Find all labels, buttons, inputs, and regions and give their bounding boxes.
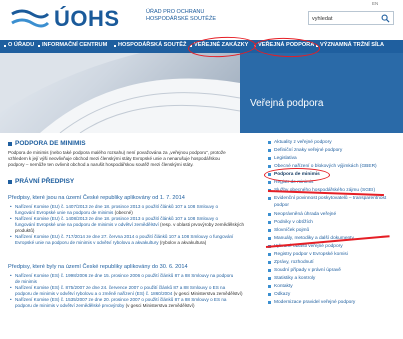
menu-marker-icon [268, 293, 271, 296]
menu-marker-icon [268, 285, 271, 288]
sidebar-item-label: Odkazy [274, 292, 291, 297]
sidebar-item-zpravy[interactable]: Zprávy, rozhodnutí [268, 260, 314, 265]
menu-marker-icon [268, 301, 271, 304]
annotation-circle-podpora-de-minimis [264, 168, 330, 182]
sidebar-item-label: Soudní případy v právní úpravě [274, 268, 341, 273]
hero-image [0, 53, 241, 133]
regulation-link[interactable]: Evropské unie na podporu de minimis v od… [15, 240, 159, 245]
nav-item-informacni-centrum[interactable]: Informační centrum [42, 42, 107, 48]
menu-marker-icon [268, 261, 271, 264]
square-bullet-icon [8, 179, 12, 184]
search-icon[interactable] [381, 14, 390, 23]
menu-marker-icon [268, 277, 271, 280]
list-item[interactable]: Nařízení Komise (EU) č. 1407/2013 ze dne… [8, 204, 248, 216]
menu-marker-icon [268, 197, 271, 200]
regulation-link[interactable]: podporu de minimis v odvětví rybolovu a … [15, 291, 172, 296]
sidebar-item-kontakty[interactable]: Kontakty [268, 284, 293, 289]
sidebar-item-label: Podniky v obtížích [274, 220, 313, 225]
regulation-note: (v gesci Ministerstva zemědělství) [125, 303, 195, 308]
nav-item-vyznamna-trzni-sila[interactable]: Významná tržní síla [320, 42, 384, 48]
text-line: podpory – nemůže ten ovlivnit obchod a n… [8, 162, 194, 167]
regulation-note: (v gesci Ministerstva zemědělství) [173, 291, 243, 296]
regulation-link[interactable]: fungování Evropské unie na podporu de mi… [15, 222, 159, 227]
logo-subtitle: Úřad pro ochranu hospodářské soutěže [146, 9, 216, 22]
sidebar-item-odkazy[interactable]: Odkazy [268, 292, 290, 297]
sidebar-item-label: Modernizace pravidel veřejné podpory [274, 300, 356, 305]
nav-item-o-uradu[interactable]: O úřadu [8, 42, 34, 48]
sidebar-item-label: Definiční znaky veřejné podpory [274, 148, 343, 153]
regulation-list: Nařízení Komise (EU) č. 1407/2013 ze dne… [8, 204, 248, 246]
square-bullet-icon [8, 141, 12, 146]
sidebar-item-statistiky[interactable]: Statistiky a kontroly [268, 276, 315, 281]
book-image-icon [0, 53, 241, 133]
menu-marker-icon [268, 221, 271, 224]
group-title: Předpisy, které byly na území České repu… [8, 264, 188, 270]
menu-marker-icon [268, 141, 271, 144]
sidebar-item-evidencni-povinnost-cont[interactable]: podpor [268, 203, 289, 208]
menu-marker-icon [268, 253, 271, 256]
sidebar-item-definicni-znaky[interactable]: Definiční znaky veřejné podpory [268, 148, 342, 153]
search-box [308, 11, 394, 25]
sidebar-item-label: podpor [274, 203, 289, 208]
language-switch[interactable]: EN [372, 1, 378, 6]
section-title: Podpora de minimis [15, 140, 86, 147]
list-item[interactable]: Nařízení Komise (EU) č. 717/2014 ze dne … [8, 234, 248, 246]
hero-banner: Veřejná podpora [0, 53, 403, 133]
list-item[interactable]: Nařízení Komise (ES) č. 1998/2006 ze dne… [8, 273, 248, 285]
list-item[interactable]: Nařízení Komise (ES) č. 1535/2007 ze dne… [8, 297, 248, 309]
sidebar-item-label: Registry podpor v Evropské komisi [274, 252, 348, 257]
nav-bullet-icon [114, 45, 116, 47]
logo-name[interactable]: ÚOHS [54, 6, 120, 32]
regulation-link[interactable]: de minimis [15, 279, 37, 284]
menu-marker-icon [268, 237, 271, 240]
sidebar-item-label: Slovníček pojmů [274, 228, 310, 233]
sidebar-item-modernizace[interactable]: Modernizace pravidel veřejné podpory [268, 300, 355, 305]
menu-marker-icon [268, 149, 271, 152]
nav-bullet-icon [38, 45, 40, 47]
sidebar-item-label: Neoprávněná úhrada veřejné [274, 212, 337, 217]
menu-marker-icon [268, 181, 271, 184]
menu-marker-icon [268, 165, 271, 168]
regulation-link[interactable]: podporu de minimis v odvětví zemědělské … [15, 303, 124, 308]
section-heading-pravni-predpisy: Právní předpisy [8, 178, 74, 185]
sidebar-item-label: Statistiky a kontroly [274, 276, 316, 281]
sidebar-item-evidencni-povinnost[interactable]: Evidenční povinnost poskytovatelů – tran… [268, 196, 386, 201]
list-item[interactable]: Nařízení Komise (EU) č. 1408/2013 ze dne… [8, 216, 248, 234]
menu-marker-icon [268, 213, 271, 216]
nav-item-hospodarska-soutez[interactable]: Hospodářská soutěž [118, 42, 186, 48]
sidebar-item-label: Aktuality z veřejné podpory [274, 140, 332, 145]
regulation-note: (rybolov a akvakultura) [159, 240, 207, 245]
sidebar-item-neopravnena-uhrada[interactable]: Neoprávněná úhrada veřejné [268, 212, 336, 217]
sidebar-item-legislativa[interactable]: Legislativa [268, 156, 297, 161]
list-item[interactable]: Nařízení Komise (ES) č. 875/2007 ze dne … [8, 285, 248, 297]
site-header: ÚOHS Úřad pro ochranu hospodářské soutěž… [0, 0, 403, 40]
sidebar-item-label: Kontakty [274, 284, 293, 289]
section-title: Právní předpisy [15, 178, 75, 185]
sidebar-item-slovnicek[interactable]: Slovníček pojmů [268, 228, 309, 233]
nav-bullet-icon [4, 45, 6, 47]
sidebar-item-aktuality[interactable]: Aktuality z veřejné podpory [268, 140, 332, 145]
page-title: Veřejná podpora [250, 98, 324, 109]
regulation-note: (obecné) [114, 210, 133, 215]
group-title: Předpisy, které jsou na území České repu… [8, 195, 185, 201]
section-heading-de-minimis: Podpora de minimis [8, 140, 86, 147]
regulation-link[interactable]: fungování Evropské unie na podporu de mi… [15, 210, 113, 215]
menu-marker-icon [268, 229, 271, 232]
menu-marker-icon [268, 157, 271, 160]
regulation-list: Nařízení Komise (ES) č. 1998/2006 ze dne… [8, 273, 248, 309]
sidebar-item-soudni-pripady[interactable]: Soudní případy v právní úpravě [268, 268, 341, 273]
regulation-link[interactable]: Nařízení Komise (ES) č. 1998/2006 ze dne… [15, 273, 248, 279]
search-input[interactable] [312, 14, 376, 23]
menu-marker-icon [268, 269, 271, 272]
sidebar-item-podniky-v-obtizich[interactable]: Podniky v obtížích [268, 220, 313, 225]
uohs-logo-icon[interactable] [10, 6, 50, 32]
sidebar-item-label: Legislativa [274, 156, 297, 161]
section-text: Podpora de minimis (nebo také podpora ma… [8, 150, 248, 168]
sidebar-item-label: Zprávy, rozhodnutí [274, 260, 314, 265]
sidebar-item-label: Evidenční povinnost poskytovatelů – tran… [274, 196, 387, 201]
sidebar-item-registry-podpor[interactable]: Registry podpor v Evropské komisi [268, 252, 348, 257]
